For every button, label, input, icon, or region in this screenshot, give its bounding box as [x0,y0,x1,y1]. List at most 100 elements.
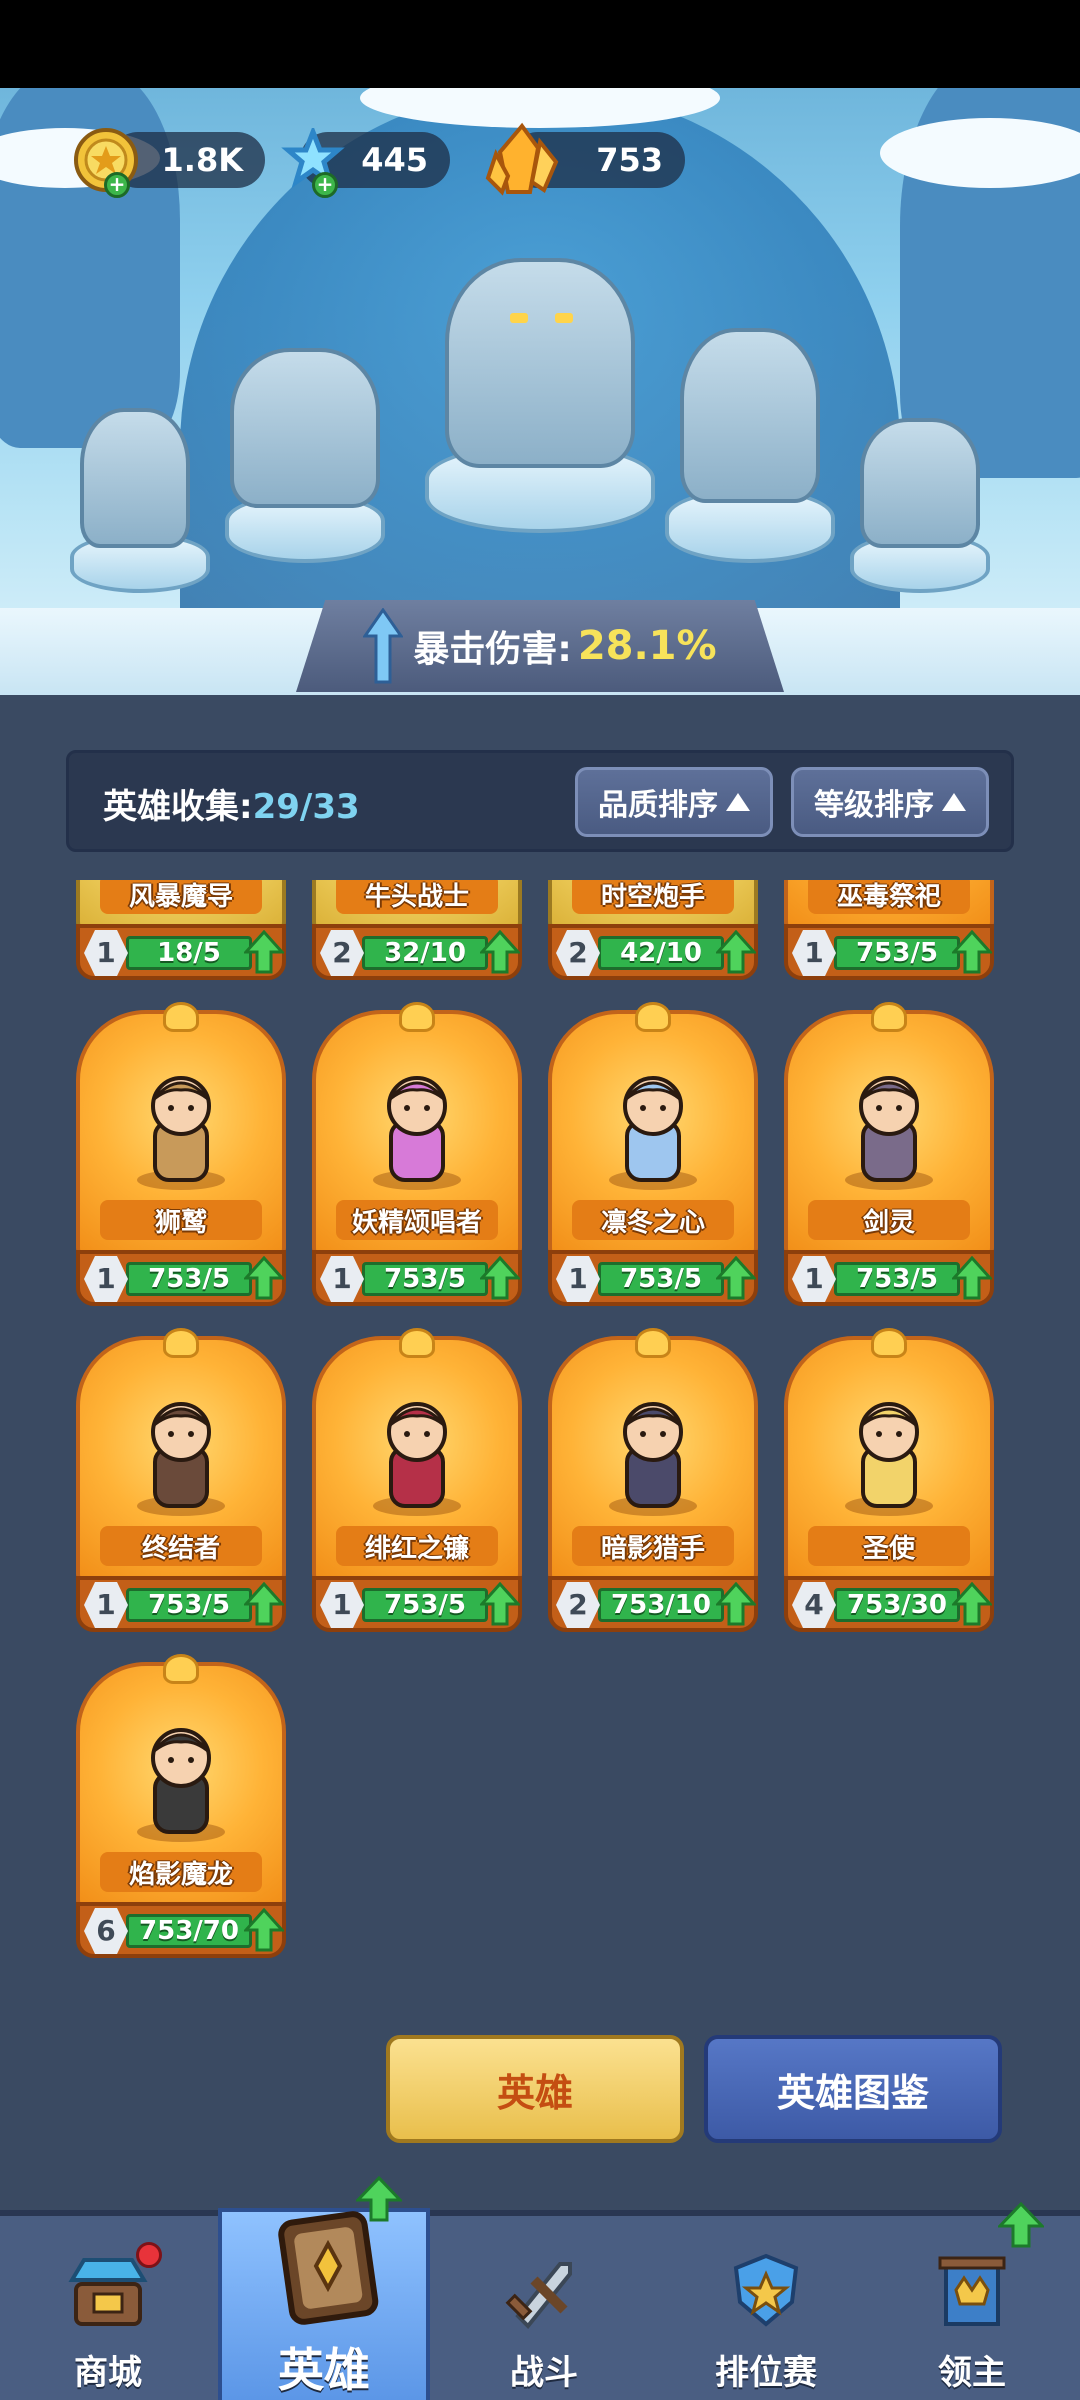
hero-name: 暗影猎手 [600,1534,705,1564]
hero-name: 凛冬之心 [600,1208,705,1238]
hero-name: 时空炮手 [600,882,705,912]
crystal-value: 753 [596,141,663,179]
crown-icon [871,1002,907,1032]
crit-damage-value: 28.1% [577,623,717,669]
nav-lord[interactable]: 领主 [864,2202,1080,2400]
upgrade-arrow-icon [244,1256,284,1300]
collection-bar: 英雄收集:29/33 品质排序 等级排序 [66,750,1014,852]
statue-4 [680,328,820,503]
nav-hero[interactable]: 英雄 [218,2176,430,2400]
collection-count: 29/33 [252,787,360,827]
upgrade-arrow-icon [480,1582,520,1626]
hero-card[interactable]: 狮鹫 753/5 1 [76,1002,286,1310]
nav-hero-label: 英雄 [278,2343,370,2397]
hero-button[interactable]: 英雄 [386,2035,684,2143]
upgrade-arrow-icon [952,930,992,974]
coin-plus-icon[interactable]: + [104,172,130,198]
sort-by-level-button[interactable]: 等级排序 [791,767,989,837]
hero-portrait [845,1076,933,1190]
shard-progress: 753/5 [598,1262,724,1296]
hero-name: 巫毒祭祀 [836,882,941,912]
ranked-icon [733,2253,799,2327]
upgrade-arrow-icon [716,1256,756,1300]
hero-card[interactable]: 焰影魔龙 753/70 6 [76,1654,286,1962]
statue-1 [80,408,190,548]
snowflake-plus-icon[interactable]: + [312,172,338,198]
hero-card[interactable]: 时空炮手 42/10 2 [548,880,758,984]
notification-dot [136,2242,162,2268]
arrow-up-icon [363,608,404,684]
collection-label: 英雄收集: [103,787,253,827]
nav-shop-label: 商城 [74,2353,142,2393]
hero-card[interactable]: 剑灵 753/5 1 [784,1002,994,1310]
hero-card[interactable]: 终结者 753/5 1 [76,1328,286,1636]
hero-name: 剑灵 [862,1208,915,1238]
hero-name: 圣使 [862,1534,915,1564]
nav-shop[interactable]: 商城 [0,2216,216,2400]
hero-name: 牛头战士 [364,882,469,912]
crown-icon [399,1328,435,1358]
hero-card[interactable]: 牛头战士 32/10 2 [312,880,522,984]
shard-progress: 18/5 [126,936,252,970]
sort-by-quality-button[interactable]: 品质排序 [575,767,773,837]
nav-ranked[interactable]: 排位赛 [658,2216,874,2400]
status-bar [0,0,1080,88]
shard-progress: 753/70 [126,1914,252,1948]
hero-name: 狮鹫 [154,1208,207,1238]
hero-portrait [137,1402,225,1516]
crown-icon [871,1328,907,1358]
upgrade-arrow-icon [716,930,756,974]
upgrade-arrow-icon [998,2202,1044,2248]
hero-card[interactable]: 巫毒祭祀 753/5 1 [784,880,994,984]
shop-icon [68,2258,148,2326]
hero-name: 终结者 [141,1534,220,1564]
hero-portrait [137,1076,225,1190]
upgrade-arrow-icon [356,2176,402,2222]
upgrade-arrow-icon [480,1256,520,1300]
shard-progress: 753/10 [598,1588,724,1622]
crown-icon [399,1002,435,1032]
shard-progress: 753/30 [834,1588,960,1622]
upgrade-arrow-icon [244,930,284,974]
crown-icon [163,1002,199,1032]
crown-icon [635,1002,671,1032]
hero-name: 风暴魔导 [128,882,233,912]
hero-card[interactable]: 绯红之镰 753/5 1 [312,1328,522,1636]
upgrade-arrow-icon [952,1582,992,1626]
hero-name: 妖精颂唱者 [351,1208,482,1238]
hero-grid: 风暴魔导 18/5 1 牛头战士 32/10 2 时空炮手 42/10 2 巫毒祭祀 753/5 1 狮… [0,880,1080,2030]
snowflake-value: 445 [361,141,428,179]
coin-value: 1.8K [161,141,243,179]
hero-card[interactable]: 凛冬之心 753/5 1 [548,1002,758,1310]
hero-portrait [373,1402,461,1516]
upgrade-arrow-icon [244,1582,284,1626]
triangle-up-icon [726,793,750,811]
hero-card[interactable]: 暗影猎手 753/10 2 [548,1328,758,1636]
shard-progress: 42/10 [598,936,724,970]
statue-dragon [445,258,635,468]
hero-panel: 英雄收集:29/33 品质排序 等级排序 风暴魔导 18/5 1 牛头战士 32/10 2… [0,695,1080,2210]
hero-card[interactable]: 风暴魔导 18/5 1 [76,880,286,984]
bottom-nav: 商城 英雄 战斗 排位赛 领主 [0,2176,1080,2400]
hero-portrait [373,1076,461,1190]
lord-icon [938,2256,1006,2326]
hero-name: 焰影魔龙 [128,1860,233,1890]
shard-progress: 753/5 [126,1262,252,1296]
hero-codex-button[interactable]: 英雄图鉴 [704,2035,1002,2143]
shard-progress: 753/5 [362,1262,488,1296]
upgrade-arrow-icon [716,1582,756,1626]
shard-progress: 753/5 [362,1588,488,1622]
nav-battle[interactable]: 战斗 [436,2216,652,2400]
nav-ranked-label: 排位赛 [715,2353,817,2393]
crown-icon [163,1654,199,1684]
nav-lord-label: 领主 [938,2353,1006,2393]
battle-icon [505,2262,572,2329]
hero-card[interactable]: 妖精颂唱者 753/5 1 [312,1002,522,1310]
statue-robot [860,418,980,548]
hero-card[interactable]: 圣使 753/30 4 [784,1328,994,1636]
hero-portrait [137,1728,225,1842]
triangle-up-icon [942,793,966,811]
crit-damage-label: 暴击伤害: [413,629,572,670]
hero-portrait [609,1402,697,1516]
hero-portrait [609,1076,697,1190]
